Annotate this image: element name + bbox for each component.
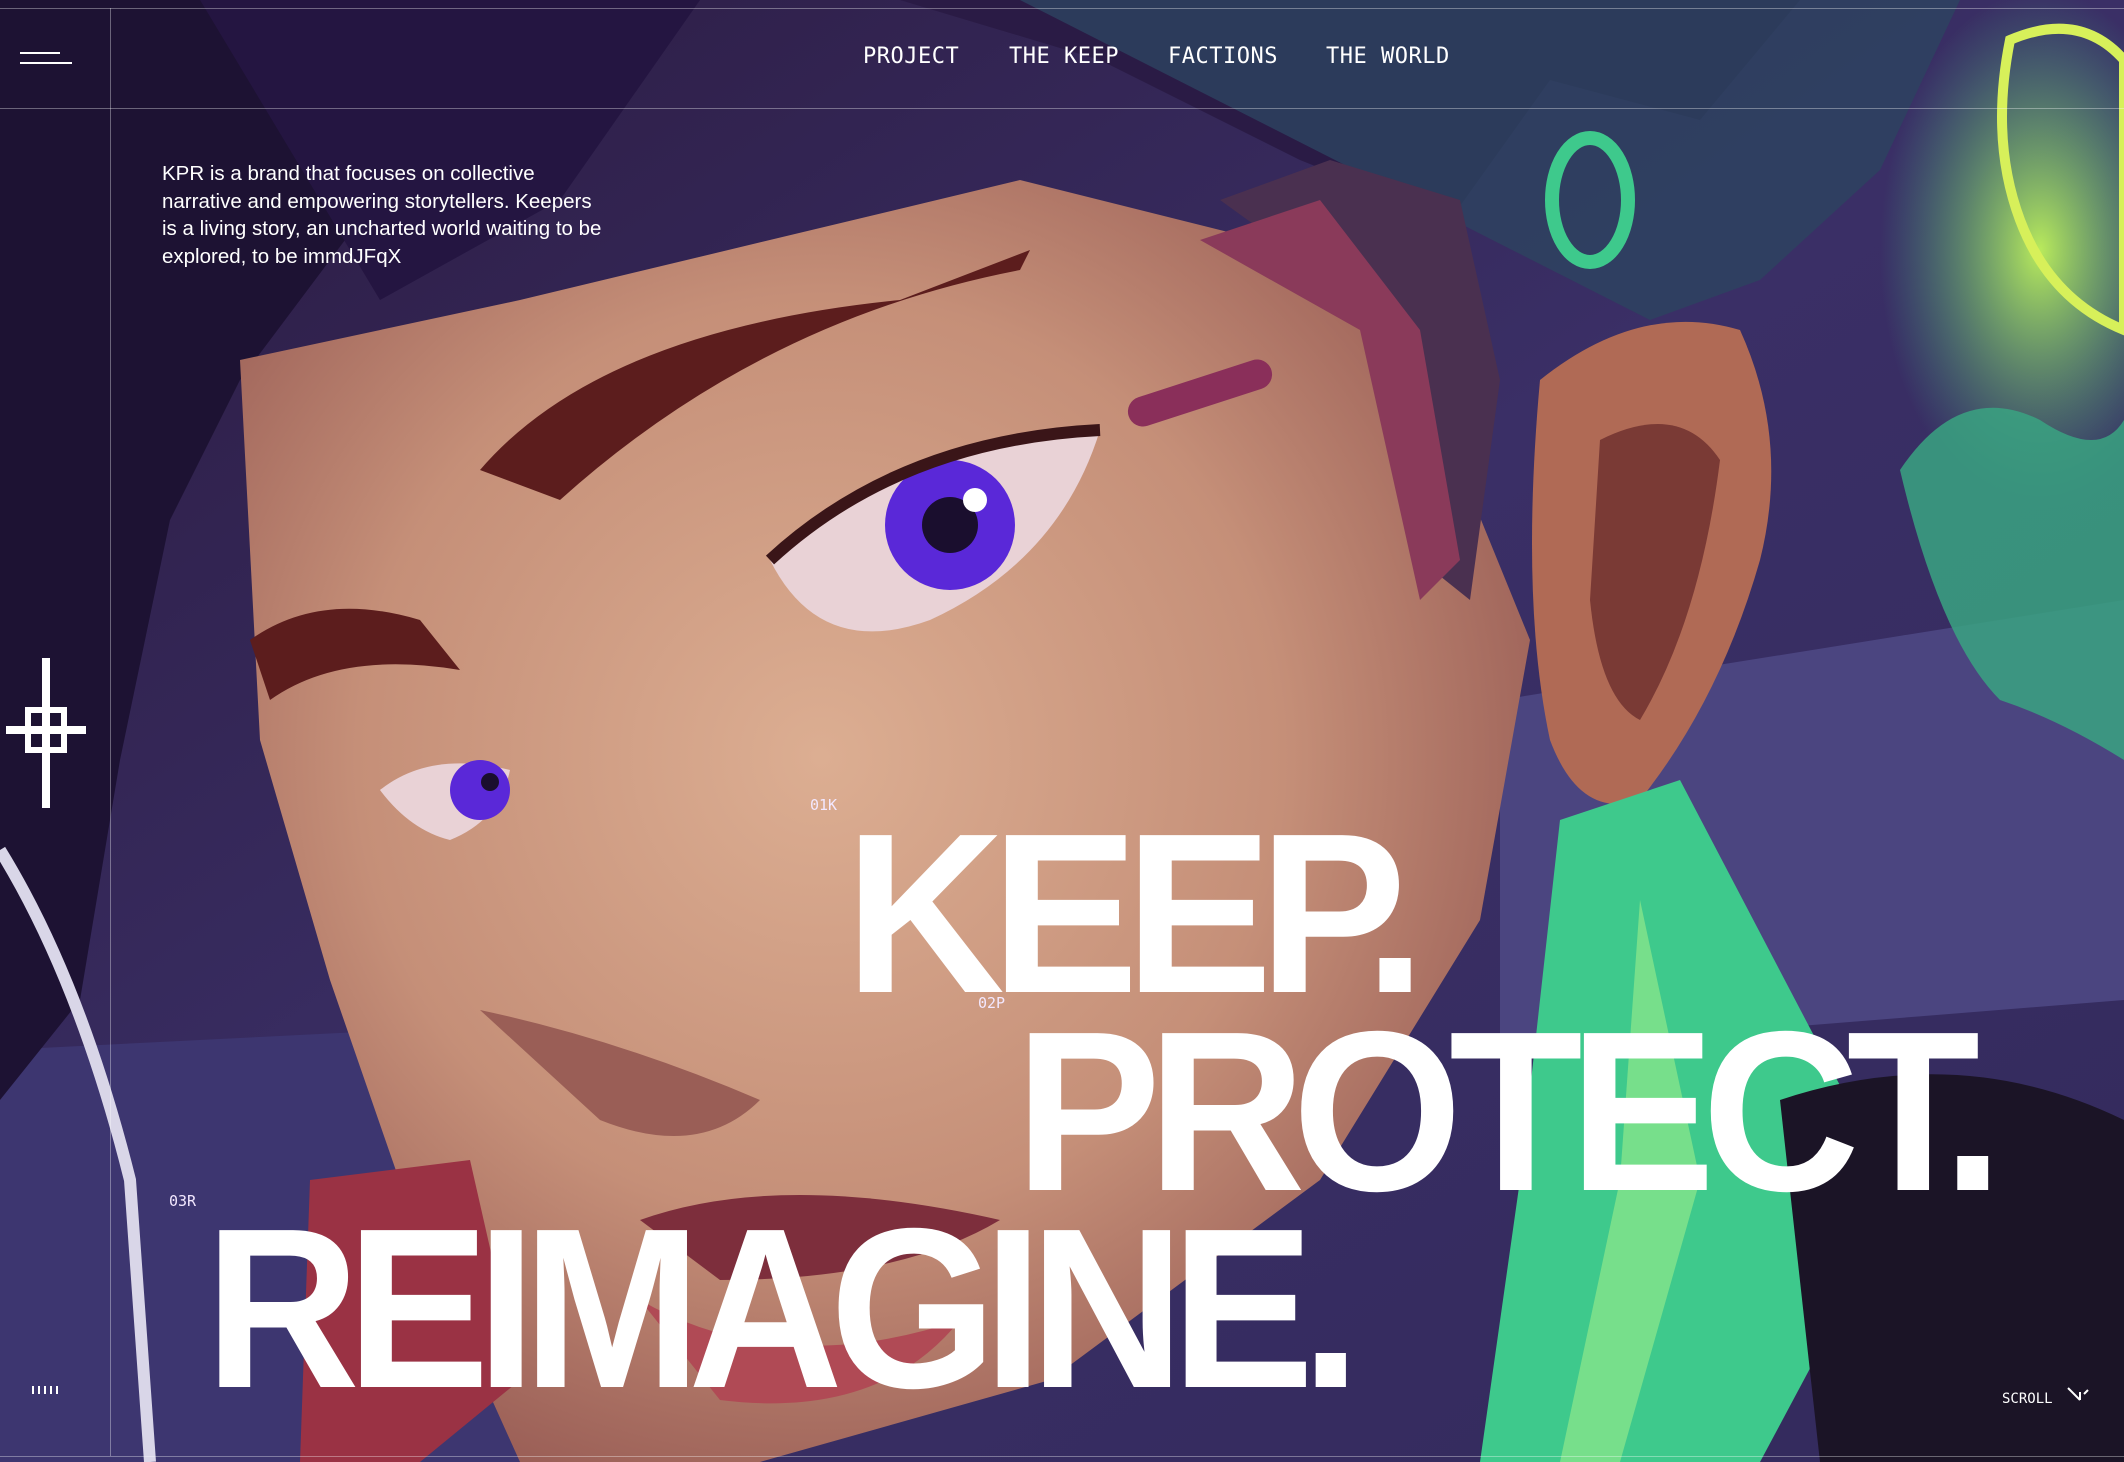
nav-link-project[interactable]: PROJECT	[863, 44, 959, 69]
left-rail-line	[110, 8, 111, 1456]
intro-paragraph: KPR is a brand that focuses on collectiv…	[162, 162, 602, 268]
hero-stage: PROJECT THE KEEP FACTIONS THE WORLD KPR …	[0, 0, 2124, 1462]
nav-link-the-world[interactable]: THE WORLD	[1326, 44, 1450, 69]
tick-marks-icon	[32, 1386, 58, 1394]
line-code-03r: 03R	[169, 1192, 197, 1210]
header-divider-line	[0, 108, 2124, 109]
nav-link-the-keep[interactable]: THE KEEP	[1009, 44, 1119, 69]
nav-link-factions[interactable]: FACTIONS	[1168, 44, 1278, 69]
top-frame-line	[0, 8, 2124, 9]
scroll-label: SCROLL	[2002, 1391, 2053, 1407]
scroll-indicator-icon	[2067, 1387, 2089, 1401]
line-code-01k: 01K	[810, 796, 838, 814]
headline-reimagine: REIMAGINE.	[205, 1182, 1361, 1436]
main-nav: PROJECT THE KEEP FACTIONS THE WORLD	[0, 44, 2124, 84]
bottom-frame-line	[0, 1456, 2124, 1457]
crosshair-icon	[6, 658, 86, 808]
scroll-indicator[interactable]: SCROLL	[2002, 1387, 2089, 1412]
